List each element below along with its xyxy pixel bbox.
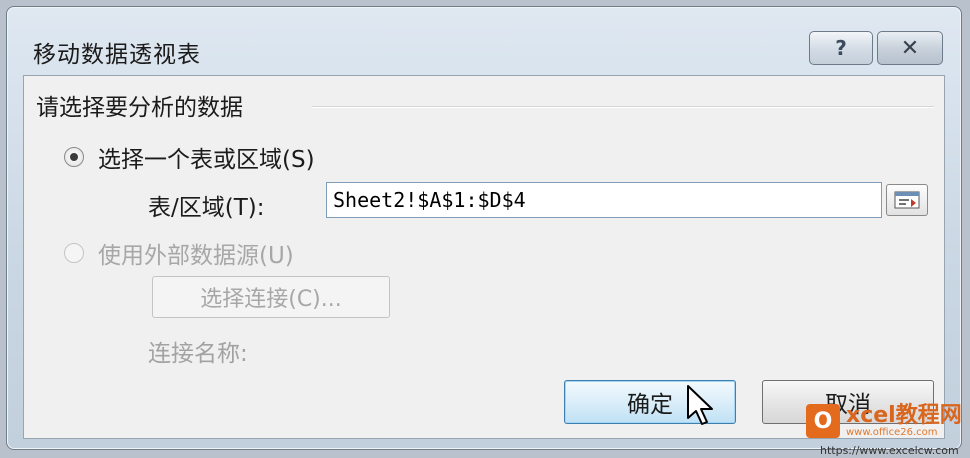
dialog-title: 移动数据透视表 [33,42,201,68]
range-picker-icon [894,191,920,209]
option-select-table-label: 选择一个表或区域(S) [98,147,315,173]
radio-external-source[interactable] [64,243,84,263]
option-external-source[interactable]: 使用外部数据源(U) [64,236,294,270]
group-label: 请选择要分析的数据 [36,88,249,122]
move-pivottable-dialog: 移动数据透视表 ? ✕ 请选择要分析的数据 选择一个表或区域(S) 表/区域(T… [6,6,962,450]
table-range-label: 表/区域(T): [148,195,265,221]
title-bar[interactable]: 移动数据透视表 ? ✕ [7,7,961,75]
help-button[interactable]: ? [809,31,873,65]
option-external-source-label: 使用外部数据源(U) [98,243,294,269]
radio-select-table[interactable] [64,147,84,167]
help-icon: ? [835,36,847,60]
office-logo-icon: O [806,404,840,438]
group-divider [312,106,934,108]
dialog-body: 请选择要分析的数据 选择一个表或区域(S) 表/区域(T): 使用外部数据源(U… [23,75,945,439]
watermark-name: xcel教程网 [846,402,962,428]
table-range-input[interactable] [326,182,882,218]
mouse-cursor-icon [687,385,713,425]
watermark-url-2: https://www.excelcw.com [820,444,959,457]
collapse-dialog-button[interactable] [886,184,928,216]
connection-name-label: 连接名称: [148,341,248,367]
choose-connection-button[interactable]: 选择连接(C)... [152,276,390,318]
close-button[interactable]: ✕ [877,31,943,65]
close-icon: ✕ [900,35,920,61]
option-select-table[interactable]: 选择一个表或区域(S) [64,140,315,174]
watermark-url-1: www.office26.com [846,426,938,438]
watermark: O xcel教程网 www.office26.com [806,404,962,438]
